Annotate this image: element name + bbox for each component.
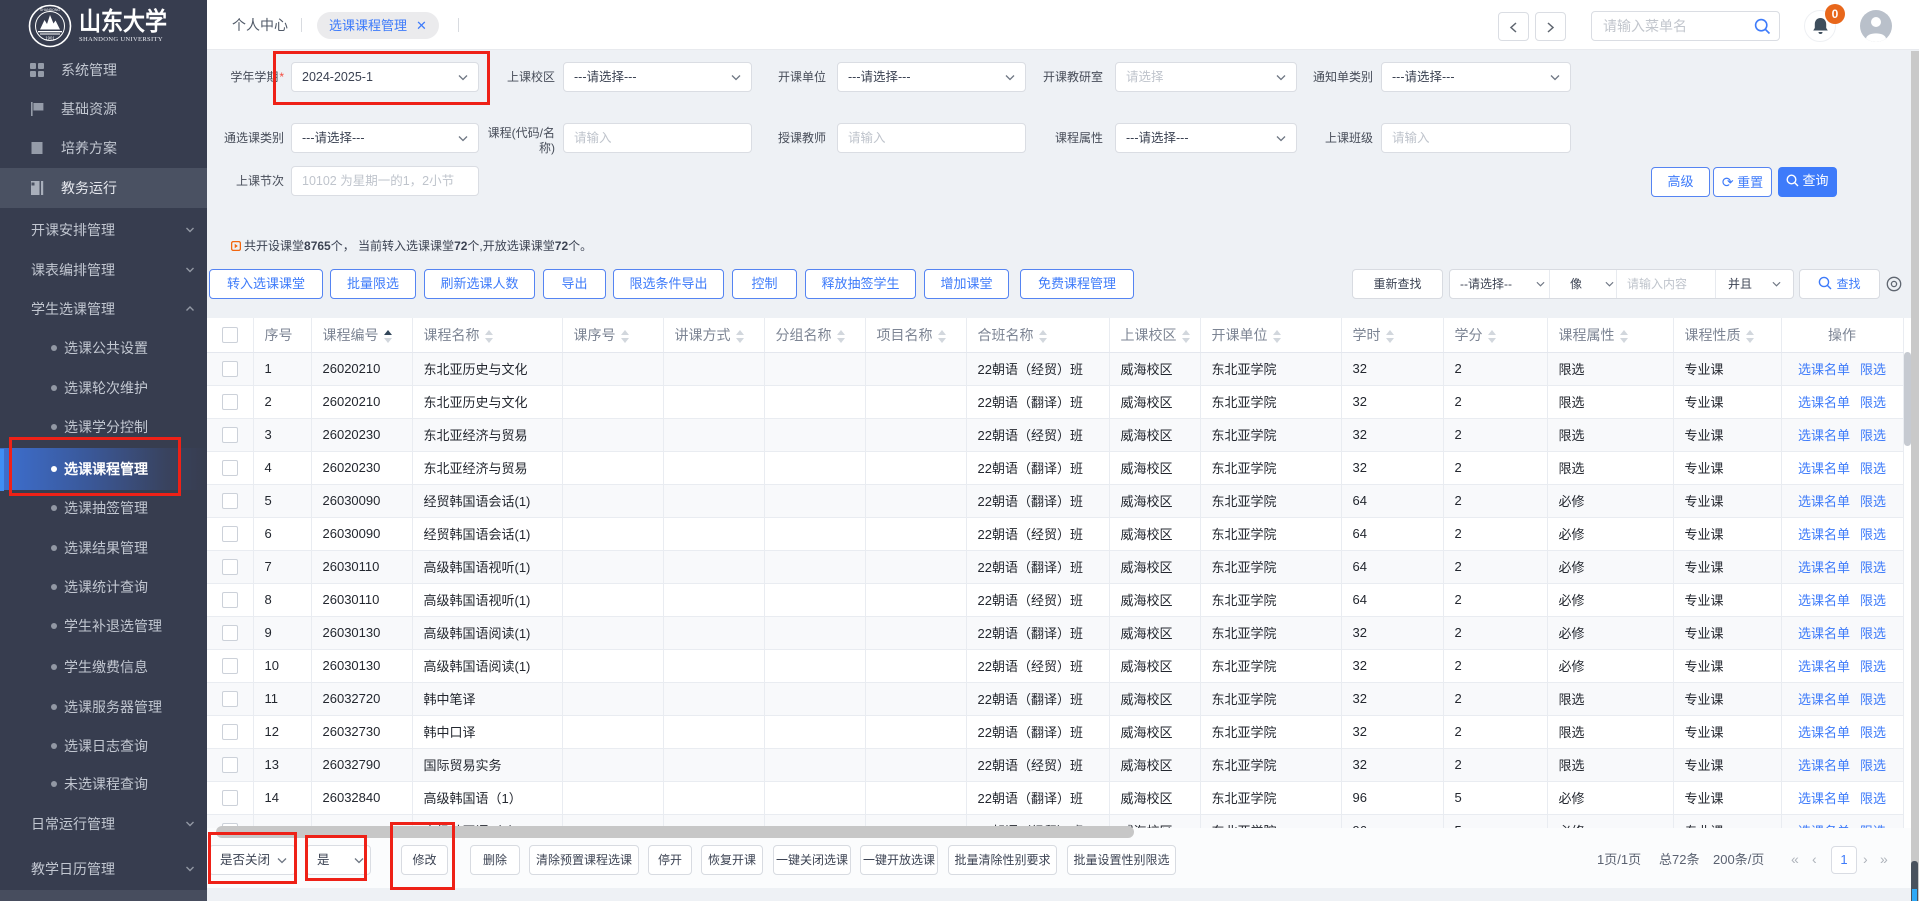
svg-text:SHANDONG: SHANDONG bbox=[40, 8, 61, 12]
svg-text:1901: 1901 bbox=[45, 36, 55, 41]
